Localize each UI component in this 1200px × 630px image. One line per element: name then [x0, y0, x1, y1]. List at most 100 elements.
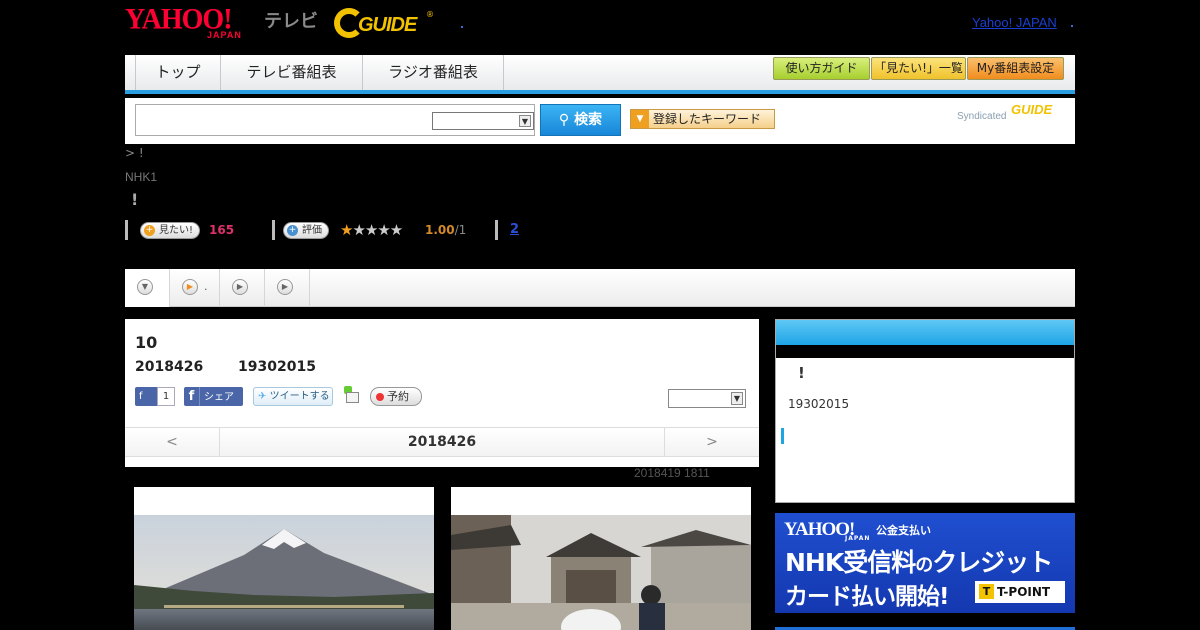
plus-icon: + [144, 225, 155, 236]
play-icon: ▶ [232, 279, 248, 295]
program-photo-temple-gate[interactable] [451, 487, 751, 630]
facebook-icon: f [184, 387, 200, 406]
channel-name[interactable]: NHK1 [125, 170, 157, 184]
facebook-like-count: 1 [157, 387, 175, 406]
registered-keywords-label: 登録したキーワード [653, 112, 762, 126]
star-rating: ★★★★★ [340, 221, 403, 239]
search-icon: ⚲ [558, 112, 575, 128]
gguide-logo-text: GUIDE [358, 14, 417, 36]
want-button[interactable]: + 見たい! [140, 222, 201, 239]
program-tabstrip: ▼ ▶ . ▶ ▶ [125, 269, 1075, 307]
play-icon: ▶ [182, 279, 198, 295]
rating-score: 1.00 [425, 223, 455, 237]
banner-headline-1b: の [915, 555, 933, 576]
reserve-button[interactable]: 予約 [370, 387, 422, 406]
program-title: ! [131, 190, 139, 209]
mount-fuji-image [134, 515, 434, 630]
program-photo-mount-fuji[interactable] [134, 487, 434, 630]
tab-program-info[interactable]: ▼ [125, 269, 170, 307]
tpoint-icon: T [979, 584, 994, 599]
dropdown-arrow-icon: ▼ [631, 110, 649, 128]
facebook-share-label: シェア [204, 392, 234, 403]
gguide-logo[interactable]: GUIDE ® [334, 6, 434, 40]
chevron-down-icon: ▼ [731, 392, 743, 405]
banner-headline-2: カード払い開始! [785, 584, 949, 610]
main-nav: トップ テレビ番組表 ラジオ番組表 使い方ガイド 「見たい!」一覧 My番組表設… [125, 55, 1075, 94]
play-icon: ▶ [277, 279, 293, 295]
now-airing-subheader [776, 345, 1074, 358]
air-date: 2018426 [135, 359, 204, 375]
want-list-button[interactable]: 「見たい!」一覧 [871, 57, 966, 80]
divider [272, 220, 275, 240]
registered-keywords-button[interactable]: ▼ 登録したキーワード [630, 109, 775, 129]
temple-gate-image [451, 515, 751, 630]
chevron-down-icon: ▼ [519, 115, 531, 127]
yahoo-logo-text: YAHOO! [125, 3, 233, 36]
twitter-bird-icon: ✈ [258, 391, 267, 402]
tab-four[interactable]: ▶ [265, 269, 310, 307]
nav-tab-radio-schedule[interactable]: ラジオ番組表 [362, 55, 504, 90]
plus-icon: + [287, 225, 298, 236]
breadcrumb[interactable]: > ! [125, 146, 144, 160]
episode-select[interactable]: ▼ [668, 389, 746, 408]
tv-logo[interactable]: テレビ [264, 7, 318, 33]
facebook-like-button[interactable]: f 1 [135, 387, 175, 406]
current-day-label: 2018426 [407, 434, 477, 450]
facebook-share-button[interactable]: f シェア [184, 387, 243, 406]
previous-day-button[interactable]: < [125, 428, 220, 456]
tab-three[interactable]: ▶ [220, 269, 265, 307]
banner-headline-1c: クレジット [932, 548, 1053, 577]
search-bar: ▼ ⚲ 検索 ▼ 登録したキーワード Syndicated GUIDE [125, 98, 1075, 144]
syndicated-gguide-logo: GUIDE [1011, 102, 1053, 117]
tab-two-label: . [204, 280, 208, 293]
divider [125, 220, 128, 240]
rating-value: 1.00/1 [425, 223, 466, 237]
nav-tab-top[interactable]: トップ [135, 55, 220, 90]
calendar-body [346, 392, 359, 403]
episode-number: 10 [135, 333, 158, 352]
star-filled-icon: ★ [340, 221, 353, 239]
episode-panel: 10 2018426 19302015 f 1 f シェア ✈ ツイートする 予約… [125, 319, 759, 467]
search-button[interactable]: ⚲ 検索 [540, 104, 621, 136]
header-separator-dot [461, 26, 463, 28]
my-schedule-settings-button[interactable]: My番組表設定 [967, 57, 1064, 80]
banner-headline-1: NHK受信料のクレジット [785, 543, 1053, 579]
review-count-link[interactable]: 2 [510, 222, 519, 237]
star-empty-icon: ★★★★ [352, 221, 403, 239]
section-marker [781, 428, 784, 444]
tweet-button[interactable]: ✈ ツイートする [253, 387, 333, 406]
facebook-icon: f [139, 391, 143, 402]
tab-two[interactable]: ▶ . [170, 269, 220, 307]
rate-button-label: 評価 [302, 225, 322, 236]
yahoo-japan-text: JAPAN [207, 30, 242, 40]
air-time: 19302015 [238, 359, 316, 375]
want-count: 165 [209, 223, 235, 237]
usage-guide-button[interactable]: 使い方ガイド [773, 57, 870, 80]
rate-button[interactable]: + 評価 [283, 222, 329, 239]
syndicated-label: Syndicated [957, 111, 1007, 122]
reserve-button-label: 予約 [387, 390, 409, 403]
yahoo-japan-logo[interactable]: YAHOO! JAPAN [125, 3, 265, 42]
header-link-dot [1071, 25, 1073, 27]
banner-subtitle: 公金支払い [876, 524, 931, 537]
rating-count: /1 [454, 223, 467, 237]
want-button-label: 見たい! [159, 225, 194, 236]
now-airing-time: 19302015 [788, 397, 850, 411]
banner-headline-1a: NHK受信料 [785, 548, 916, 577]
banner-yahoo-logo: YAHOO! [784, 519, 855, 540]
nav-tab-tv-schedule[interactable]: テレビ番組表 [220, 55, 362, 90]
now-airing-title[interactable]: ! [798, 364, 805, 382]
updated-timestamp: 2018419 1811 [634, 466, 710, 480]
now-airing-header [776, 320, 1074, 345]
tpoint-badge: T T-POINT [975, 581, 1065, 603]
add-calendar-icon[interactable] [344, 386, 359, 404]
chevron-down-icon: ▼ [137, 279, 153, 295]
banner-japan-text: JAPAN [845, 535, 871, 542]
nhk-credit-card-banner[interactable]: YAHOO! JAPAN 公金支払い NHK受信料のクレジット カード払い開始!… [775, 513, 1075, 613]
search-button-label: 検索 [574, 112, 603, 128]
next-day-button[interactable]: > [664, 428, 759, 456]
tpoint-label: T-POINT [997, 585, 1051, 599]
yahoo-japan-link[interactable]: Yahoo! JAPAN [972, 15, 1057, 30]
search-category-select[interactable]: ▼ [432, 112, 534, 130]
registered-mark: ® [426, 10, 434, 19]
